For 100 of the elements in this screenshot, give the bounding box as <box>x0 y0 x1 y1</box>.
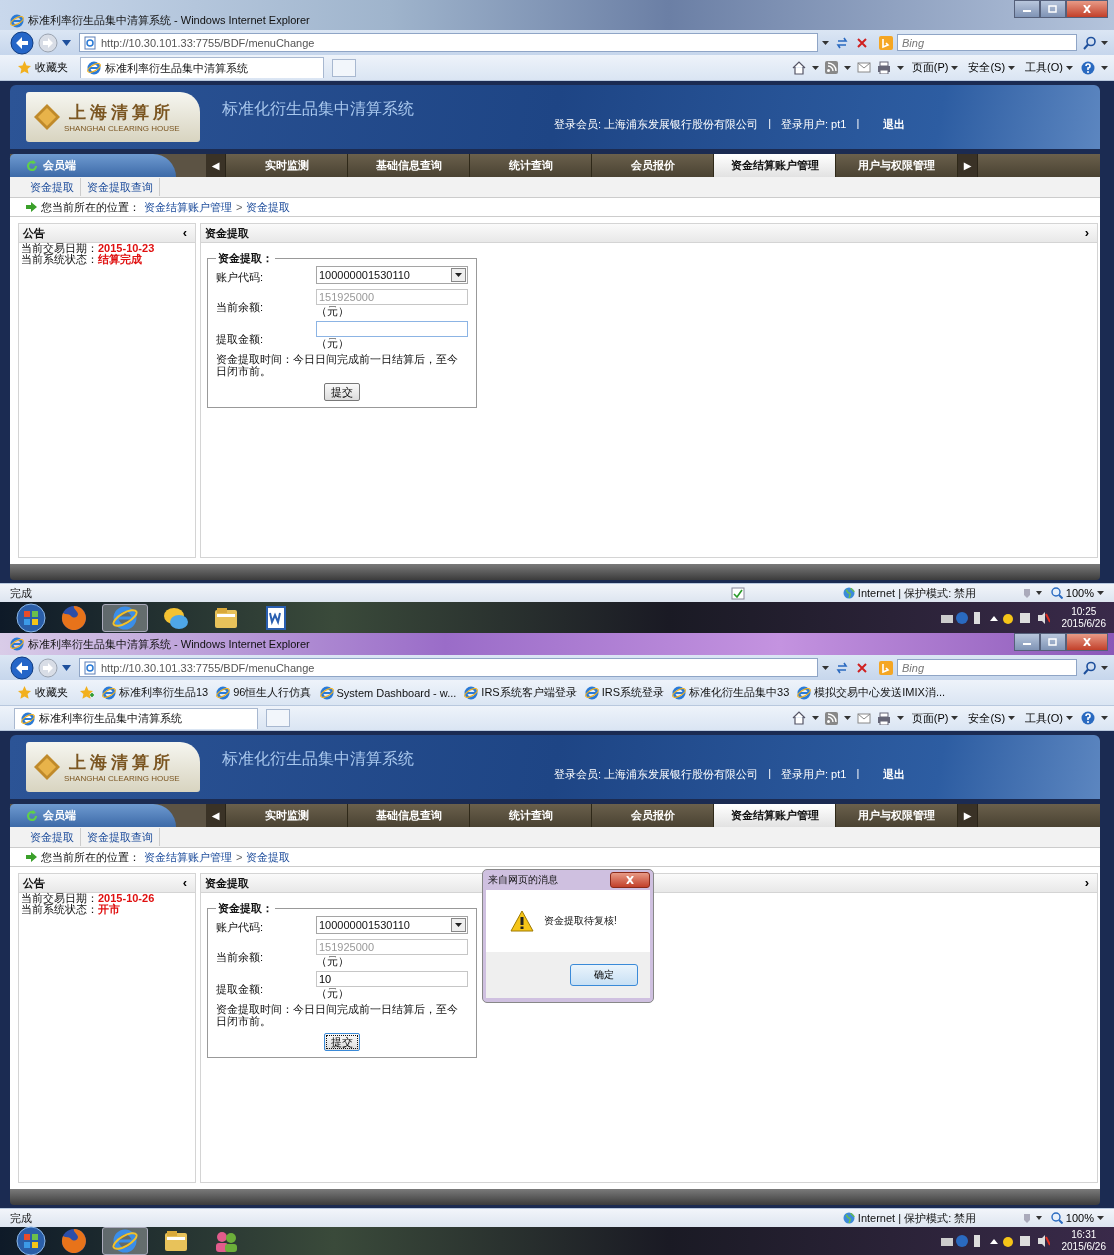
favorite-link[interactable]: System Dashboard - w... <box>319 685 457 700</box>
stop-icon[interactable] <box>855 35 869 50</box>
close-button[interactable] <box>1066 633 1108 651</box>
start-button-icon[interactable] <box>16 1226 46 1255</box>
menu-button[interactable]: 安全(S) <box>966 710 1018 726</box>
collapse-button[interactable]: ‹ <box>178 876 191 890</box>
refresh-icon[interactable] <box>835 35 849 50</box>
ie-icon[interactable] <box>112 604 138 631</box>
menu-button[interactable]: 工具(O) <box>1023 710 1075 726</box>
menu-button[interactable]: 页面(P) <box>909 710 961 726</box>
stop-icon[interactable] <box>855 660 869 675</box>
breadcrumb-link[interactable]: 资金结算账户管理 <box>144 849 232 865</box>
favorite-link[interactable]: 模拟交易中心发送IMIX消... <box>797 685 946 700</box>
favorite-link[interactable]: 96恒生人行仿真 <box>216 685 312 700</box>
firefox-icon[interactable] <box>61 1228 87 1254</box>
home-icon[interactable] <box>791 711 806 725</box>
favorite-link[interactable]: 标准化衍生品集中33 <box>672 685 790 700</box>
search-field[interactable]: Bing <box>897 659 1077 676</box>
caret-icon[interactable] <box>843 65 851 70</box>
caret-icon[interactable] <box>822 40 829 45</box>
caret-icon[interactable] <box>62 39 71 46</box>
sub-menu-item[interactable]: 资金提取 <box>24 828 81 846</box>
nav-tab[interactable]: 资金结算账户管理 <box>714 154 836 177</box>
close-button[interactable] <box>1066 0 1108 18</box>
browser-tab[interactable]: 标准利率衍生品集中清算系统 <box>80 57 324 78</box>
account-dropdown[interactable]: 100000001530110 <box>316 916 468 934</box>
address-field[interactable]: http://10.30.101.33:7755/BDF/menuChange <box>79 658 818 677</box>
tray-icons-drawing[interactable] <box>939 609 1050 626</box>
scroll-right-button[interactable]: ▶ <box>958 154 978 177</box>
help-icon[interactable] <box>1081 711 1095 725</box>
start-button-icon[interactable] <box>16 602 46 633</box>
search-icon[interactable] <box>1083 35 1097 50</box>
amount-field[interactable]: 10 <box>316 971 468 987</box>
browser-tab[interactable]: 标准利率衍生品集中清算系统 <box>14 707 258 729</box>
breadcrumb-link[interactable]: 资金提取 <box>246 199 291 215</box>
role-tab[interactable]: 会员端 <box>10 154 176 177</box>
favorites-button[interactable]: 收藏夹 <box>14 685 72 700</box>
ok-button[interactable]: 确定 <box>570 964 638 986</box>
mail-icon[interactable] <box>856 62 871 73</box>
breadcrumb-link[interactable]: 资金结算账户管理 <box>144 199 232 215</box>
account-dropdown[interactable]: 100000001530110 <box>316 266 468 284</box>
caret-icon[interactable] <box>1101 716 1108 720</box>
logout-link[interactable]: 退出 <box>883 116 906 132</box>
print-icon[interactable] <box>876 61 891 74</box>
favorite-link[interactable]: 标准利率衍生品13 <box>102 685 209 700</box>
caret-icon[interactable] <box>811 65 819 70</box>
sub-menu-item[interactable]: 资金提取查询 <box>81 178 160 196</box>
search-field[interactable]: Bing <box>897 34 1077 51</box>
expand-button[interactable]: › <box>1080 876 1093 890</box>
feed-icon[interactable] <box>824 711 838 725</box>
favorite-link[interactable]: IRS系统登录 <box>584 685 664 700</box>
caret-icon[interactable] <box>843 716 851 720</box>
maximize-button[interactable] <box>1040 633 1066 651</box>
scroll-left-button[interactable]: ◀ <box>206 154 226 177</box>
back-icon[interactable] <box>10 655 34 680</box>
caret-icon[interactable] <box>822 665 829 670</box>
favorites-button[interactable]: 收藏夹 <box>14 60 72 75</box>
caret-icon[interactable] <box>62 664 71 671</box>
zoom-button[interactable]: 100% <box>1050 1212 1104 1224</box>
tray-icons-drawing[interactable] <box>939 1233 1050 1249</box>
breadcrumb-link[interactable]: 资金提取 <box>246 849 291 865</box>
amount-field[interactable] <box>316 321 468 337</box>
caret-icon[interactable] <box>896 716 904 720</box>
menu-button[interactable]: 工具(O) <box>1023 60 1075 75</box>
scroll-right-button[interactable]: ▶ <box>958 804 978 827</box>
print-icon[interactable] <box>876 711 891 725</box>
caret-icon[interactable] <box>1101 65 1108 70</box>
menu-button[interactable]: 页面(P) <box>909 60 961 75</box>
caret-icon[interactable] <box>1101 40 1108 45</box>
close-button[interactable] <box>610 872 650 888</box>
logout-link[interactable]: 退出 <box>883 766 906 782</box>
role-tab[interactable]: 会员端 <box>10 804 176 827</box>
back-icon[interactable] <box>10 30 34 55</box>
ie-icon[interactable] <box>112 1228 138 1254</box>
nav-tab[interactable]: 资金结算账户管理 <box>714 804 836 827</box>
sub-menu-item[interactable]: 资金提取查询 <box>81 828 160 846</box>
address-field[interactable]: http://10.30.101.33:7755/BDF/menuChange <box>79 33 818 52</box>
mail-icon[interactable] <box>856 712 871 724</box>
submit-button[interactable]: 提交 <box>324 1033 360 1051</box>
zoom-button[interactable]: 100% <box>1050 587 1104 599</box>
feed-icon[interactable] <box>824 61 838 74</box>
caret-icon[interactable] <box>1101 665 1108 670</box>
search-icon[interactable] <box>1083 660 1097 675</box>
refresh-icon[interactable] <box>835 660 849 675</box>
caret-icon[interactable] <box>811 716 819 720</box>
minimize-button[interactable] <box>1014 633 1040 651</box>
caret-icon[interactable] <box>896 65 904 70</box>
menu-button[interactable]: 安全(S) <box>966 60 1018 75</box>
folder-icon[interactable] <box>163 1228 189 1254</box>
submit-button[interactable]: 提交 <box>324 383 360 401</box>
favorite-link[interactable]: IRS系统客户端登录 <box>464 685 577 700</box>
sub-menu-item[interactable]: 资金提取 <box>24 178 81 196</box>
firefox-icon[interactable] <box>61 604 87 631</box>
help-icon[interactable] <box>1081 60 1095 75</box>
expand-button[interactable]: › <box>1080 226 1093 240</box>
scroll-left-button[interactable]: ◀ <box>206 804 226 827</box>
add-favorite-icon[interactable] <box>80 686 94 699</box>
minimize-button[interactable] <box>1014 0 1040 18</box>
maximize-button[interactable] <box>1040 0 1066 18</box>
collapse-button[interactable]: ‹ <box>178 226 191 240</box>
